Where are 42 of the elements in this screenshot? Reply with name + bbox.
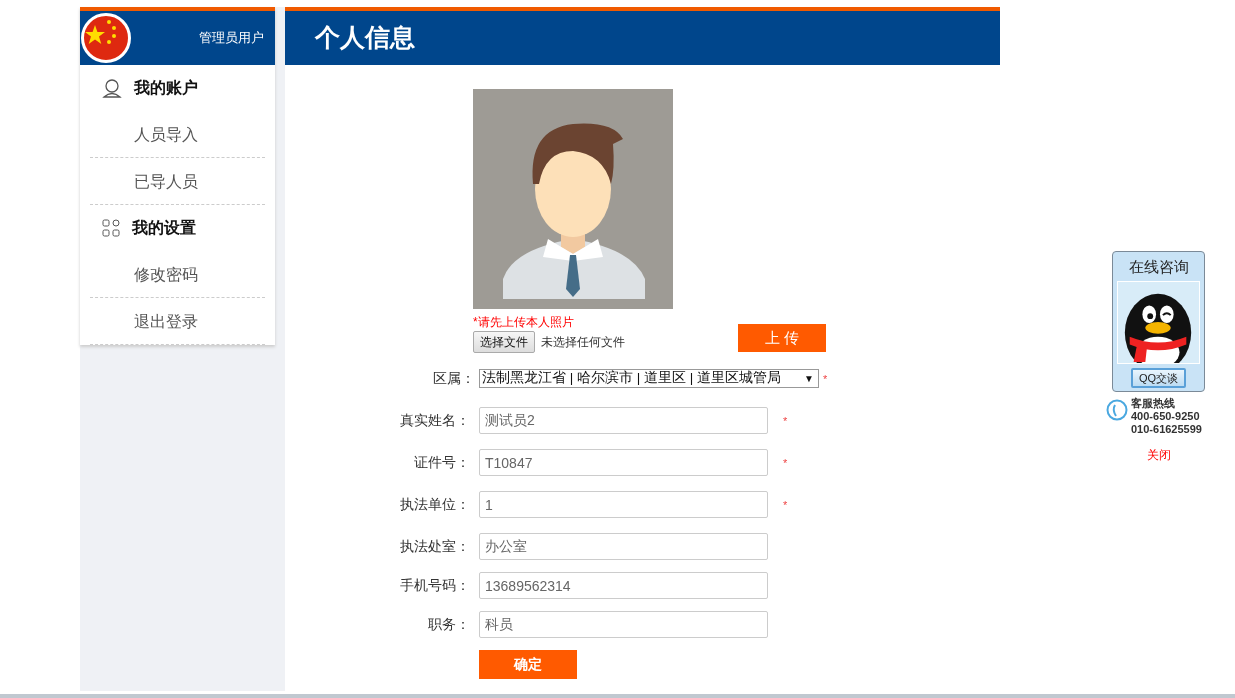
text-input-field[interactable]: 1 <box>479 491 768 518</box>
phone-number: 010-61625599 <box>1131 423 1202 436</box>
choose-file-button[interactable]: 选择文件 <box>473 331 535 353</box>
sidebar-item[interactable]: 已导人员 <box>90 158 265 205</box>
required-mark: * <box>783 415 788 427</box>
menu-section-title: 我的设置 <box>132 218 196 238</box>
field-label: 执法单位： <box>399 495 470 514</box>
menu-section-title: 我的账户 <box>134 78 198 98</box>
text-input-field[interactable]: 13689562314 <box>479 572 768 599</box>
caret-icon: ▼ <box>804 371 814 386</box>
region-select[interactable]: 法制黑龙江省 | 哈尔滨市 | 道里区 | 道里区城管局 ▼ <box>479 369 819 388</box>
close-link[interactable]: 关闭 <box>1146 446 1171 464</box>
page-title: 个人信息 <box>315 22 415 54</box>
text-input-field[interactable]: 测试员2 <box>479 407 768 434</box>
confirm-button[interactable]: 确定 <box>479 650 577 679</box>
required-mark: * <box>823 373 828 385</box>
sidebar-item[interactable]: 修改密码 <box>90 251 265 298</box>
user-icon <box>102 78 122 98</box>
required-mark: * <box>783 457 788 469</box>
phone-number: 400-650-9250 <box>1131 410 1201 423</box>
text-input-field[interactable]: 科员 <box>479 611 768 638</box>
field-label: 手机号码： <box>399 576 470 595</box>
qq-chat-button[interactable]: QQ交谈 <box>1130 367 1187 388</box>
field-label: 区属： <box>432 369 475 388</box>
flag-logo-icon <box>81 13 131 63</box>
field-label: 真实姓名： <box>399 411 470 430</box>
phone-icon <box>1106 399 1128 421</box>
hotline-label: 客服热线 <box>1131 397 1176 410</box>
field-label: 执法处室： <box>399 537 470 556</box>
text-input-field[interactable]: T10847 <box>479 449 768 476</box>
grid-icon <box>102 219 120 237</box>
file-status: 未选择任何文件 <box>541 334 625 351</box>
user-role-label: 管理员用户 <box>199 29 264 48</box>
sidebar-item[interactable]: 人员导入 <box>90 111 265 158</box>
text-input-field[interactable]: 办公室 <box>479 533 768 560</box>
upload-button[interactable]: 上 传 <box>738 324 826 352</box>
field-label: 职务： <box>427 615 470 634</box>
sidebar-item[interactable]: 退出登录 <box>90 298 265 345</box>
field-label: 证件号： <box>413 453 470 472</box>
photo-hint: *请先上传本人照片 <box>473 314 575 331</box>
chat-widget-title: 在线咨询 <box>1127 257 1190 277</box>
required-mark: * <box>783 499 788 511</box>
